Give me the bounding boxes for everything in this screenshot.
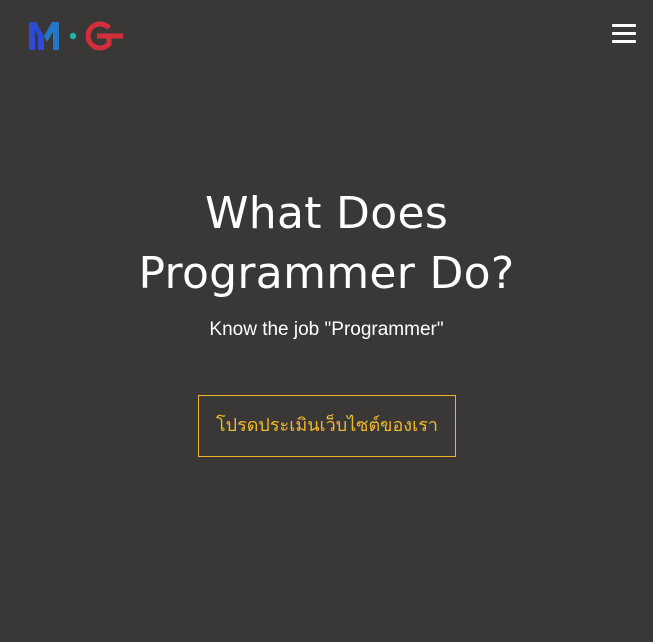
logo-dot	[69, 32, 77, 40]
hamburger-menu-icon[interactable]	[608, 22, 640, 46]
hero-subtitle: Know the job "Programmer"	[209, 319, 444, 340]
evaluate-website-button[interactable]: โปรดประเมินเว็บไซต์ของเรา	[198, 395, 456, 457]
menu-bar-middle	[612, 32, 636, 35]
hero-title: What Does Programmer Do?	[0, 184, 653, 304]
logo-g	[85, 21, 112, 51]
logo-m-right	[44, 22, 59, 50]
menu-bar-top	[612, 24, 636, 27]
hero-title-line2: Programmer Do?	[138, 248, 515, 299]
menu-bar-bottom	[612, 40, 636, 43]
logo-m-left	[29, 22, 44, 50]
hero-title-line1: What Does	[204, 188, 449, 239]
logo-graphic	[29, 21, 123, 51]
page: What Does Programmer Do? Know the job "P…	[0, 0, 653, 642]
site-logo[interactable]	[27, 18, 127, 54]
